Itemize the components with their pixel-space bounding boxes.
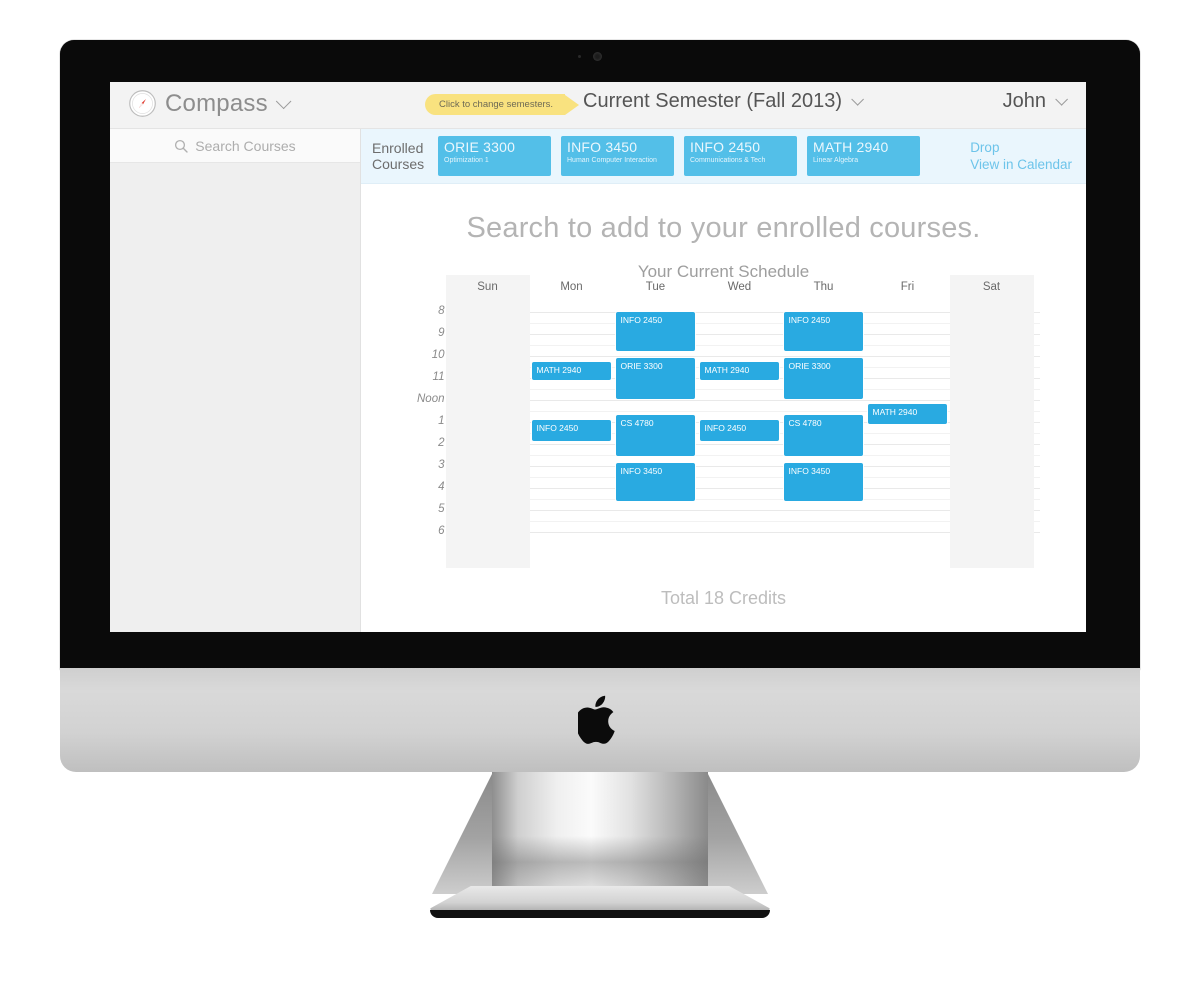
calendar-event-block[interactable]: MATH 2940 xyxy=(867,404,947,425)
time-axis-label: 6 xyxy=(438,525,445,537)
enrolled-course-chip[interactable]: ORIE 3300 Optimization 1 xyxy=(438,136,551,176)
calendar-day-header: Sun xyxy=(477,281,498,293)
calendar-event-block[interactable]: INFO 3450 xyxy=(615,462,695,502)
time-axis-label: 1 xyxy=(438,415,445,427)
desk-accent-left xyxy=(395,800,425,898)
course-chip-code: INFO 3450 xyxy=(567,139,638,155)
screenshot-root: Compass Click to change semesters. Curre… xyxy=(0,0,1200,994)
course-chip-title: Linear Algebra xyxy=(813,157,859,164)
compass-icon xyxy=(129,90,156,117)
user-menu[interactable]: John xyxy=(1002,90,1068,113)
calendar-day-column: Fri xyxy=(866,281,950,568)
time-axis-label: 10 xyxy=(431,349,445,361)
drop-link[interactable]: Drop xyxy=(970,139,1072,156)
brand-name: Compass xyxy=(165,89,268,117)
enrolled-courses-label: Enrolled Courses xyxy=(372,140,428,172)
calendar-event-block[interactable]: INFO 2450 xyxy=(531,419,611,441)
time-axis-label: 8 xyxy=(438,305,445,317)
app-topbar: Compass Click to change semesters. Curre… xyxy=(110,82,1086,129)
calendar-day-header: Wed xyxy=(727,281,752,293)
chevron-down-icon xyxy=(1055,93,1068,106)
semester-callout-label: Click to change semesters. xyxy=(425,94,566,115)
calendar-day-header: Sat xyxy=(982,281,1001,293)
monitor-stand-foot-edge xyxy=(430,910,770,918)
calendar-event-block[interactable]: INFO 2450 xyxy=(783,312,863,351)
app-body: Search Courses Enrolled Courses ORIE 330… xyxy=(110,129,1086,632)
desk-accent-right xyxy=(775,800,805,898)
time-axis-label: 5 xyxy=(438,503,445,515)
browser-viewport: Compass Click to change semesters. Curre… xyxy=(110,82,1086,632)
course-chip-code: MATH 2940 xyxy=(813,139,889,155)
semester-callout-tooltip: Click to change semesters. xyxy=(425,94,580,115)
webcam-indicator-icon xyxy=(578,55,581,58)
semester-selector-label: Current Semester (Fall 2013) xyxy=(583,90,842,112)
enrolled-label-line1: Enrolled xyxy=(372,140,424,156)
search-placeholder: Search Courses xyxy=(195,137,296,154)
calendar-event-block[interactable]: INFO 2450 xyxy=(615,312,695,351)
enrolled-course-chip[interactable]: INFO 2450 Communications & Tech xyxy=(684,136,797,176)
brand-logo[interactable]: Compass xyxy=(128,89,292,118)
time-axis-label: 4 xyxy=(438,481,445,493)
calendar-day-header: Mon xyxy=(560,281,583,293)
callout-arrow-icon xyxy=(565,94,580,115)
time-axis-label: 11 xyxy=(432,371,445,383)
chevron-down-icon xyxy=(851,93,864,106)
time-axis-label: Noon xyxy=(417,393,445,405)
calendar-day-header: Fri xyxy=(900,281,915,293)
enrolled-course-chip[interactable]: MATH 2940 Linear Algebra xyxy=(807,136,920,176)
course-chip-title: Communications & Tech xyxy=(690,157,766,164)
semester-selector[interactable]: Current Semester (Fall 2013) xyxy=(583,90,864,113)
calendar-day-column: Sun xyxy=(445,275,530,568)
main-content: Enrolled Courses ORIE 3300 Optimization … xyxy=(361,129,1086,632)
calendar-event-block[interactable]: CS 4780 xyxy=(783,415,863,457)
chevron-down-icon xyxy=(275,93,292,110)
course-chip-code: ORIE 3300 xyxy=(444,139,516,155)
time-axis-label: 3 xyxy=(438,459,445,471)
search-icon xyxy=(175,139,188,153)
page-title: Search to add to your enrolled courses. xyxy=(466,212,981,244)
calendar-event-block[interactable]: ORIE 3300 xyxy=(615,358,695,399)
webcam-icon xyxy=(593,52,602,61)
user-menu-label: John xyxy=(1002,90,1046,112)
enrolled-label-line2: Courses xyxy=(372,156,425,172)
calendar-event-block[interactable]: INFO 3450 xyxy=(783,462,863,502)
time-axis: 8 9 10 11 Noon 1 2 3 4 5 6 xyxy=(408,298,445,568)
course-chip-title: Human Computer Interaction xyxy=(567,157,657,164)
calendar-event-block[interactable]: ORIE 3300 xyxy=(783,358,863,399)
calendar-day-columns: Sun Mon Tue Wed Thu Fri Sat MATH 2940 INFO 2450 I… xyxy=(445,275,1040,568)
sidebar: Search Courses xyxy=(110,129,361,632)
enrolled-course-chip[interactable]: INFO 3450 Human Computer Interaction xyxy=(561,136,674,176)
time-axis-label: 9 xyxy=(438,327,445,339)
calendar-event-block[interactable]: INFO 2450 xyxy=(699,419,779,441)
enrolled-courses-strip: Enrolled Courses ORIE 3300 Optimization … xyxy=(361,129,1086,184)
course-chip-code: INFO 2450 xyxy=(690,139,761,155)
total-credits: Total 18 Credits xyxy=(660,588,787,608)
calendar-day-header: Thu xyxy=(813,281,834,293)
calendar-day-header: Tue xyxy=(645,281,666,293)
apple-logo-icon xyxy=(578,695,615,744)
schedule-calendar: 8 9 10 11 Noon 1 2 3 4 5 6 Sun Mon Tue Wed Thu Fri Sat MA… xyxy=(408,275,1040,568)
stand-wing-right xyxy=(706,770,768,894)
view-in-calendar-link[interactable]: View in Calendar xyxy=(970,156,1072,173)
calendar-event-block[interactable]: CS 4780 xyxy=(615,415,695,457)
enrolled-actions: Drop View in Calendar xyxy=(970,139,1072,173)
monitor-stand-shading xyxy=(492,836,708,894)
calendar-event-block[interactable]: MATH 2940 xyxy=(699,361,779,381)
search-input[interactable]: Search Courses xyxy=(110,129,360,163)
sidebar-results-area xyxy=(110,163,360,632)
calendar-day-column: Sat xyxy=(949,275,1034,568)
course-chip-title: Optimization 1 xyxy=(444,157,489,164)
stand-wing-left xyxy=(432,770,494,894)
time-axis-label: 2 xyxy=(438,437,445,449)
calendar-event-block[interactable]: MATH 2940 xyxy=(531,361,611,381)
